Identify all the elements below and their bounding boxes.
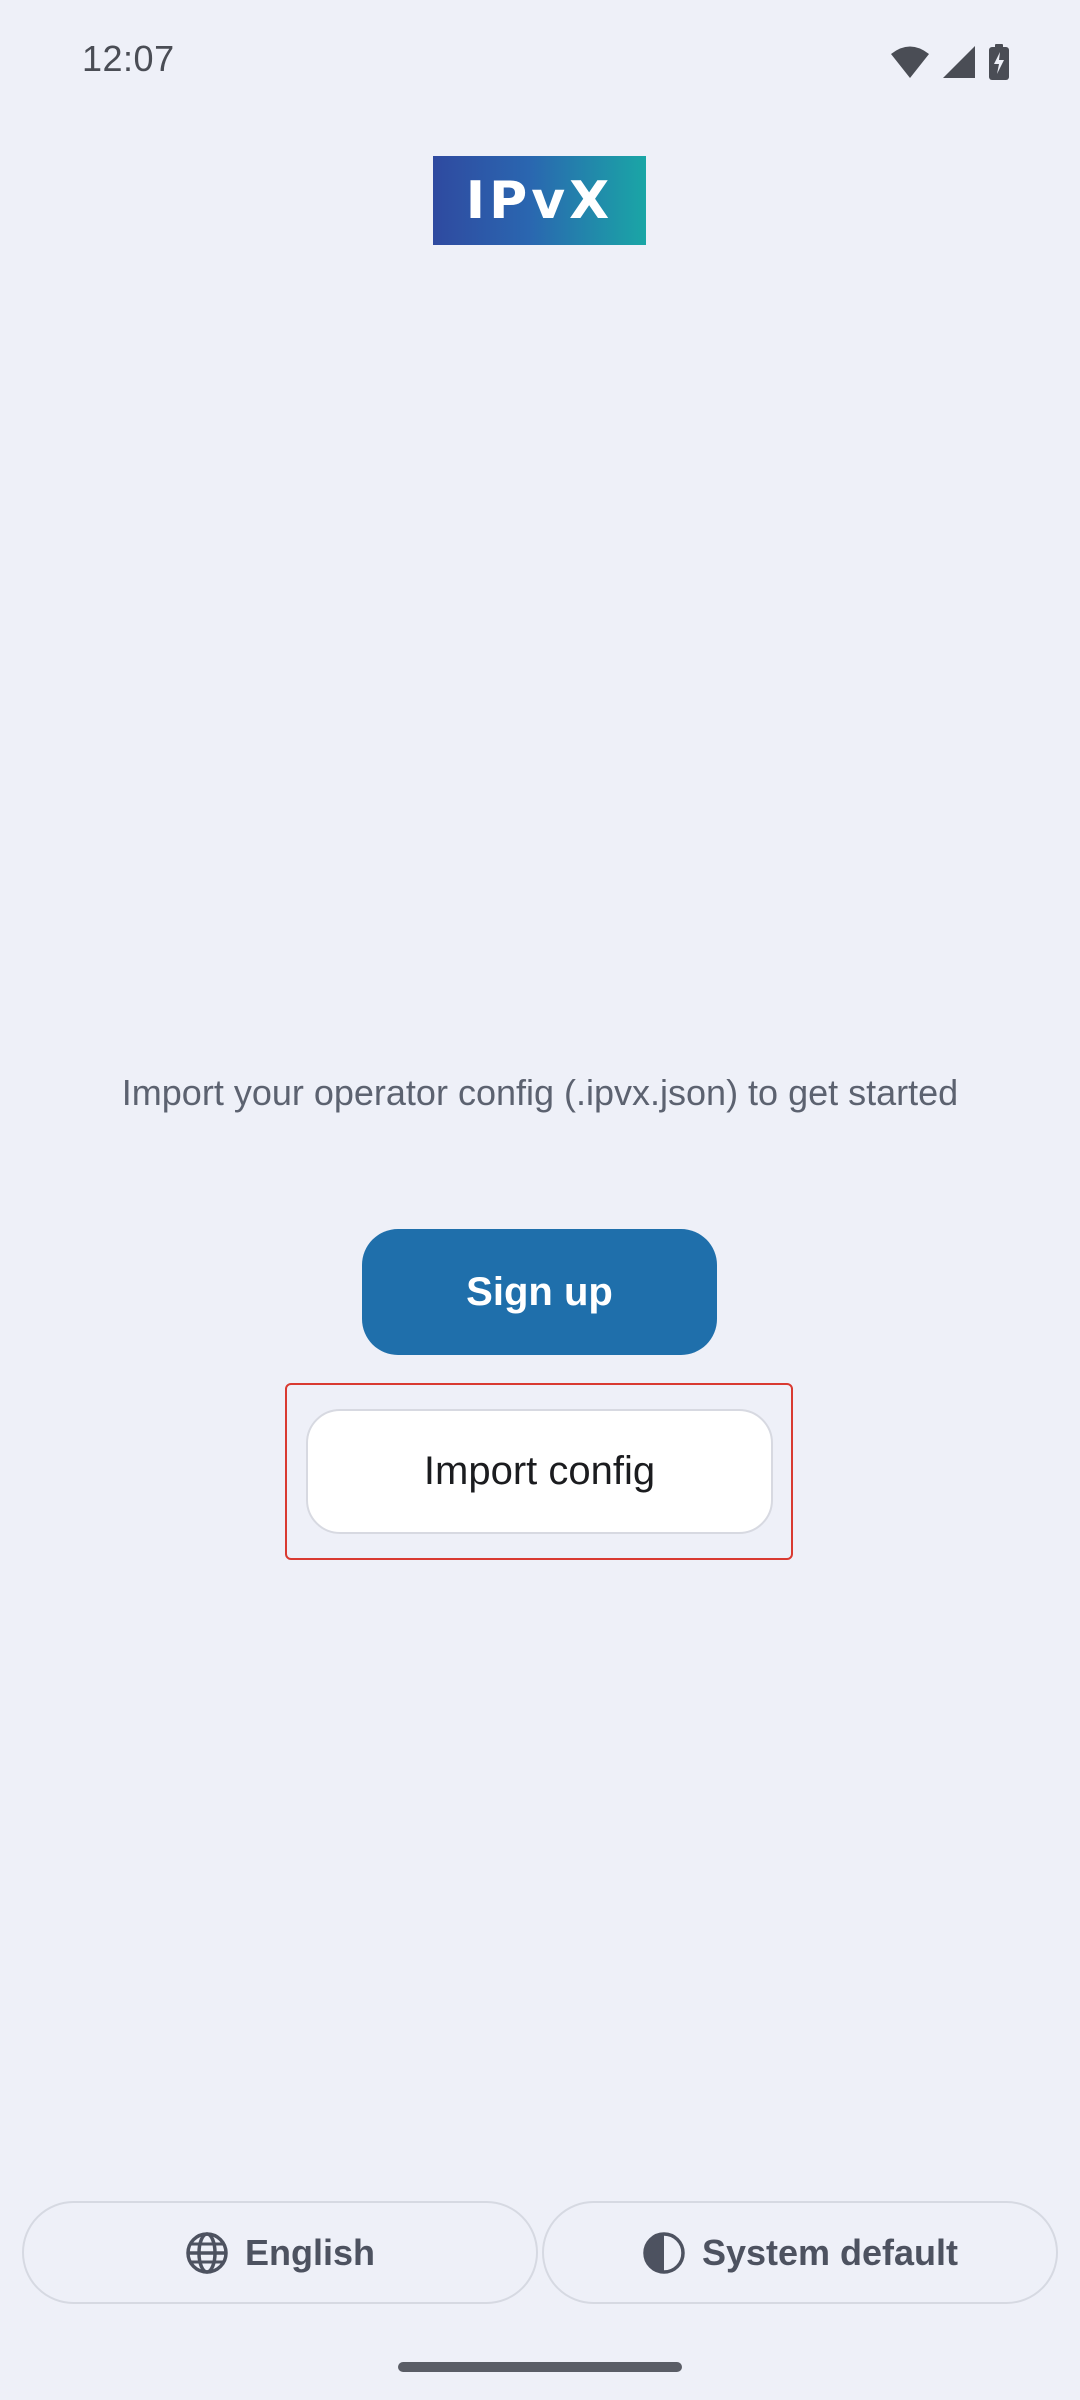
- wifi-icon: [890, 45, 930, 79]
- theme-selector[interactable]: System default: [542, 2201, 1058, 2304]
- import-config-button[interactable]: Import config: [306, 1409, 773, 1534]
- status-icons: [890, 44, 1010, 80]
- logo-text: IPvX: [465, 170, 614, 231]
- contrast-icon: [642, 2231, 686, 2275]
- battery-charging-icon: [988, 44, 1010, 80]
- signup-button[interactable]: Sign up: [362, 1229, 717, 1355]
- home-indicator[interactable]: [398, 2362, 682, 2372]
- status-bar: 12:07: [0, 0, 1080, 130]
- theme-label: System default: [701, 2231, 959, 2273]
- status-time: 12:07: [82, 38, 175, 79]
- language-selector[interactable]: English: [22, 2201, 538, 2304]
- language-label: English: [244, 2231, 375, 2273]
- cellular-signal-icon: [942, 45, 976, 79]
- intro-message: Import your operator config (.ipvx.json)…: [121, 1072, 959, 1113]
- globe-icon: [185, 2231, 229, 2275]
- app-logo: IPvX: [433, 156, 646, 245]
